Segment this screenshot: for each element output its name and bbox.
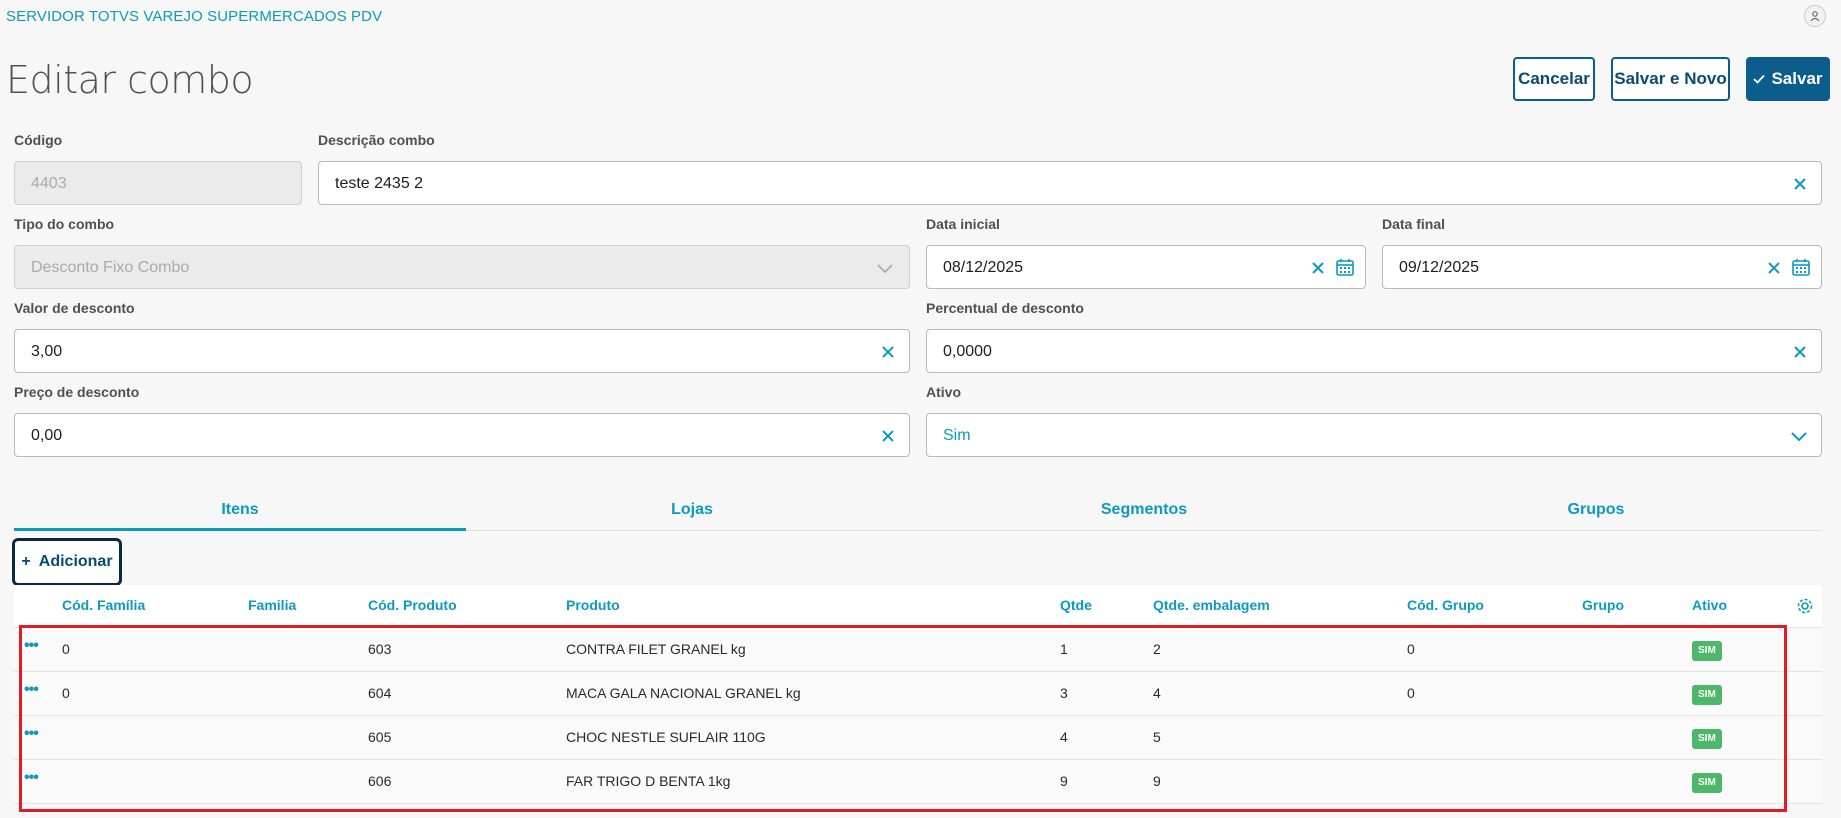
clear-icon[interactable]	[879, 427, 897, 445]
cancel-button[interactable]: Cancelar	[1513, 57, 1595, 101]
top-bar: SERVIDOR TOTVS VAREJO SUPERMERCADOS PDV	[0, 0, 1841, 33]
cell-qtde: 4	[1060, 729, 1068, 745]
cell-qtde: 3	[1060, 685, 1068, 701]
percentual-desconto-value: 0,0000	[943, 343, 992, 360]
tab-lojas[interactable]: Lojas	[466, 490, 918, 531]
ativo-select[interactable]: Sim	[926, 413, 1822, 457]
ativo-value: Sim	[943, 427, 971, 444]
column-header[interactable]: Qtde	[1060, 597, 1092, 613]
cell-cod-grupo: 0	[1407, 641, 1415, 657]
cell-cod-produto: 603	[368, 641, 392, 657]
clear-icon[interactable]	[1765, 259, 1783, 277]
save-button-label: Salvar	[1771, 69, 1823, 88]
percentual-desconto-field[interactable]: 0,0000	[926, 329, 1822, 373]
row-actions-icon[interactable]: •••	[24, 638, 39, 654]
data-inicial-label: Data inicial	[926, 216, 1000, 232]
cell-qtde: 1	[1060, 641, 1068, 657]
column-header[interactable]: Cód. Família	[62, 597, 145, 613]
tab-itens[interactable]: Itens	[14, 490, 466, 531]
plus-icon: +	[21, 553, 31, 570]
status-badge: SIM	[1692, 685, 1722, 705]
data-final-field[interactable]: 09/12/2025	[1382, 245, 1822, 289]
column-header[interactable]: Cód. Produto	[368, 597, 457, 613]
clear-icon[interactable]	[1309, 259, 1327, 277]
cell-produto: CONTRA FILET GRANEL kg	[566, 641, 746, 657]
tab-grupos[interactable]: Grupos	[1370, 490, 1822, 531]
valor-desconto-field[interactable]: 3,00	[14, 329, 910, 373]
percentual-desconto-label: Percentual de desconto	[926, 300, 1084, 316]
table-row[interactable]: ••• 606 FAR TRIGO D BENTA 1kg 9 9 SIM	[14, 760, 1822, 804]
status-badge: SIM	[1692, 641, 1722, 661]
cell-qtde-embalagem: 9	[1153, 773, 1161, 789]
codigo-value: 4403	[31, 175, 67, 192]
data-inicial-field[interactable]: 08/12/2025	[926, 245, 1366, 289]
preco-desconto-value: 0,00	[31, 427, 63, 444]
cell-qtde-embalagem: 4	[1153, 685, 1161, 701]
cell-cod-familia: 0	[62, 641, 70, 657]
table-row[interactable]: ••• 605 CHOC NESTLE SUFLAIR 110G 4 5 SIM	[14, 716, 1822, 760]
clear-icon[interactable]	[1791, 175, 1809, 193]
preco-desconto-label: Preço de desconto	[14, 384, 140, 400]
column-header[interactable]: Ativo	[1692, 597, 1727, 613]
chevron-down-icon[interactable]	[1789, 426, 1809, 446]
table-row[interactable]: ••• 0 603 CONTRA FILET GRANEL kg 1 2 0 S…	[14, 628, 1822, 672]
column-header[interactable]: Qtde. embalagem	[1153, 597, 1270, 613]
row-actions-icon[interactable]: •••	[24, 770, 39, 786]
app-title: SERVIDOR TOTVS VAREJO SUPERMERCADOS PDV	[6, 8, 383, 25]
status-badge: SIM	[1692, 729, 1722, 749]
tipo-label: Tipo do combo	[14, 216, 115, 232]
items-table: Cód. Família Familia Cód. Produto Produt…	[14, 585, 1822, 804]
gear-icon[interactable]	[1796, 597, 1814, 615]
cell-cod-produto: 606	[368, 773, 392, 789]
tipo-value: Desconto Fixo Combo	[31, 259, 190, 276]
cell-cod-grupo: 0	[1407, 685, 1415, 701]
clear-icon[interactable]	[879, 343, 897, 361]
tipo-select: Desconto Fixo Combo	[14, 245, 910, 289]
table-row[interactable]: ••• 0 604 MACA GALA NACIONAL GRANEL kg 3…	[14, 672, 1822, 716]
save-and-new-button[interactable]: Salvar e Novo	[1611, 57, 1730, 101]
chevron-down-icon	[877, 264, 893, 274]
valor-desconto-value: 3,00	[31, 343, 63, 360]
add-button-label: Adicionar	[38, 553, 113, 570]
data-inicial-value: 08/12/2025	[943, 259, 1024, 276]
calendar-icon[interactable]	[1791, 257, 1811, 277]
column-header[interactable]: Grupo	[1582, 597, 1624, 613]
column-header[interactable]: Cód. Grupo	[1407, 597, 1484, 613]
tab-segmentos[interactable]: Segmentos	[918, 490, 1370, 531]
ativo-label: Ativo	[926, 384, 961, 400]
cell-qtde: 9	[1060, 773, 1068, 789]
data-final-label: Data final	[1382, 216, 1446, 232]
cell-produto: CHOC NESTLE SUFLAIR 110G	[566, 729, 766, 745]
cell-cod-familia: 0	[62, 685, 70, 701]
cell-produto: FAR TRIGO D BENTA 1kg	[566, 773, 731, 789]
table-header: Cód. Família Familia Cód. Produto Produt…	[14, 585, 1822, 628]
check-icon	[1753, 74, 1766, 84]
cell-produto: MACA GALA NACIONAL GRANEL kg	[566, 685, 801, 701]
cell-qtde-embalagem: 2	[1153, 641, 1161, 657]
codigo-field: 4403	[14, 161, 302, 205]
descricao-value: teste 2435 2	[335, 175, 424, 192]
save-button[interactable]: Salvar	[1746, 57, 1830, 101]
valor-desconto-label: Valor de desconto	[14, 300, 135, 316]
tab-bar: Itens Lojas Segmentos Grupos	[14, 490, 1822, 531]
cell-cod-produto: 605	[368, 729, 392, 745]
codigo-label: Código	[14, 132, 63, 148]
descricao-field[interactable]: teste 2435 2	[318, 161, 1822, 205]
preco-desconto-field[interactable]: 0,00	[14, 413, 910, 457]
status-badge: SIM	[1692, 773, 1722, 793]
descricao-label: Descrição combo	[318, 132, 435, 148]
row-actions-icon[interactable]: •••	[24, 682, 39, 698]
add-button[interactable]: + Adicionar	[12, 538, 122, 586]
calendar-icon[interactable]	[1335, 257, 1355, 277]
table-body: ••• 0 603 CONTRA FILET GRANEL kg 1 2 0 S…	[14, 628, 1822, 804]
column-header[interactable]: Familia	[248, 597, 296, 613]
cell-cod-produto: 604	[368, 685, 392, 701]
column-header[interactable]: Produto	[566, 597, 620, 613]
page-title: Editar combo	[6, 58, 254, 102]
user-icon[interactable]	[1804, 5, 1826, 27]
row-actions-icon[interactable]: •••	[24, 726, 39, 742]
clear-icon[interactable]	[1791, 343, 1809, 361]
cell-qtde-embalagem: 5	[1153, 729, 1161, 745]
data-final-value: 09/12/2025	[1399, 259, 1480, 276]
